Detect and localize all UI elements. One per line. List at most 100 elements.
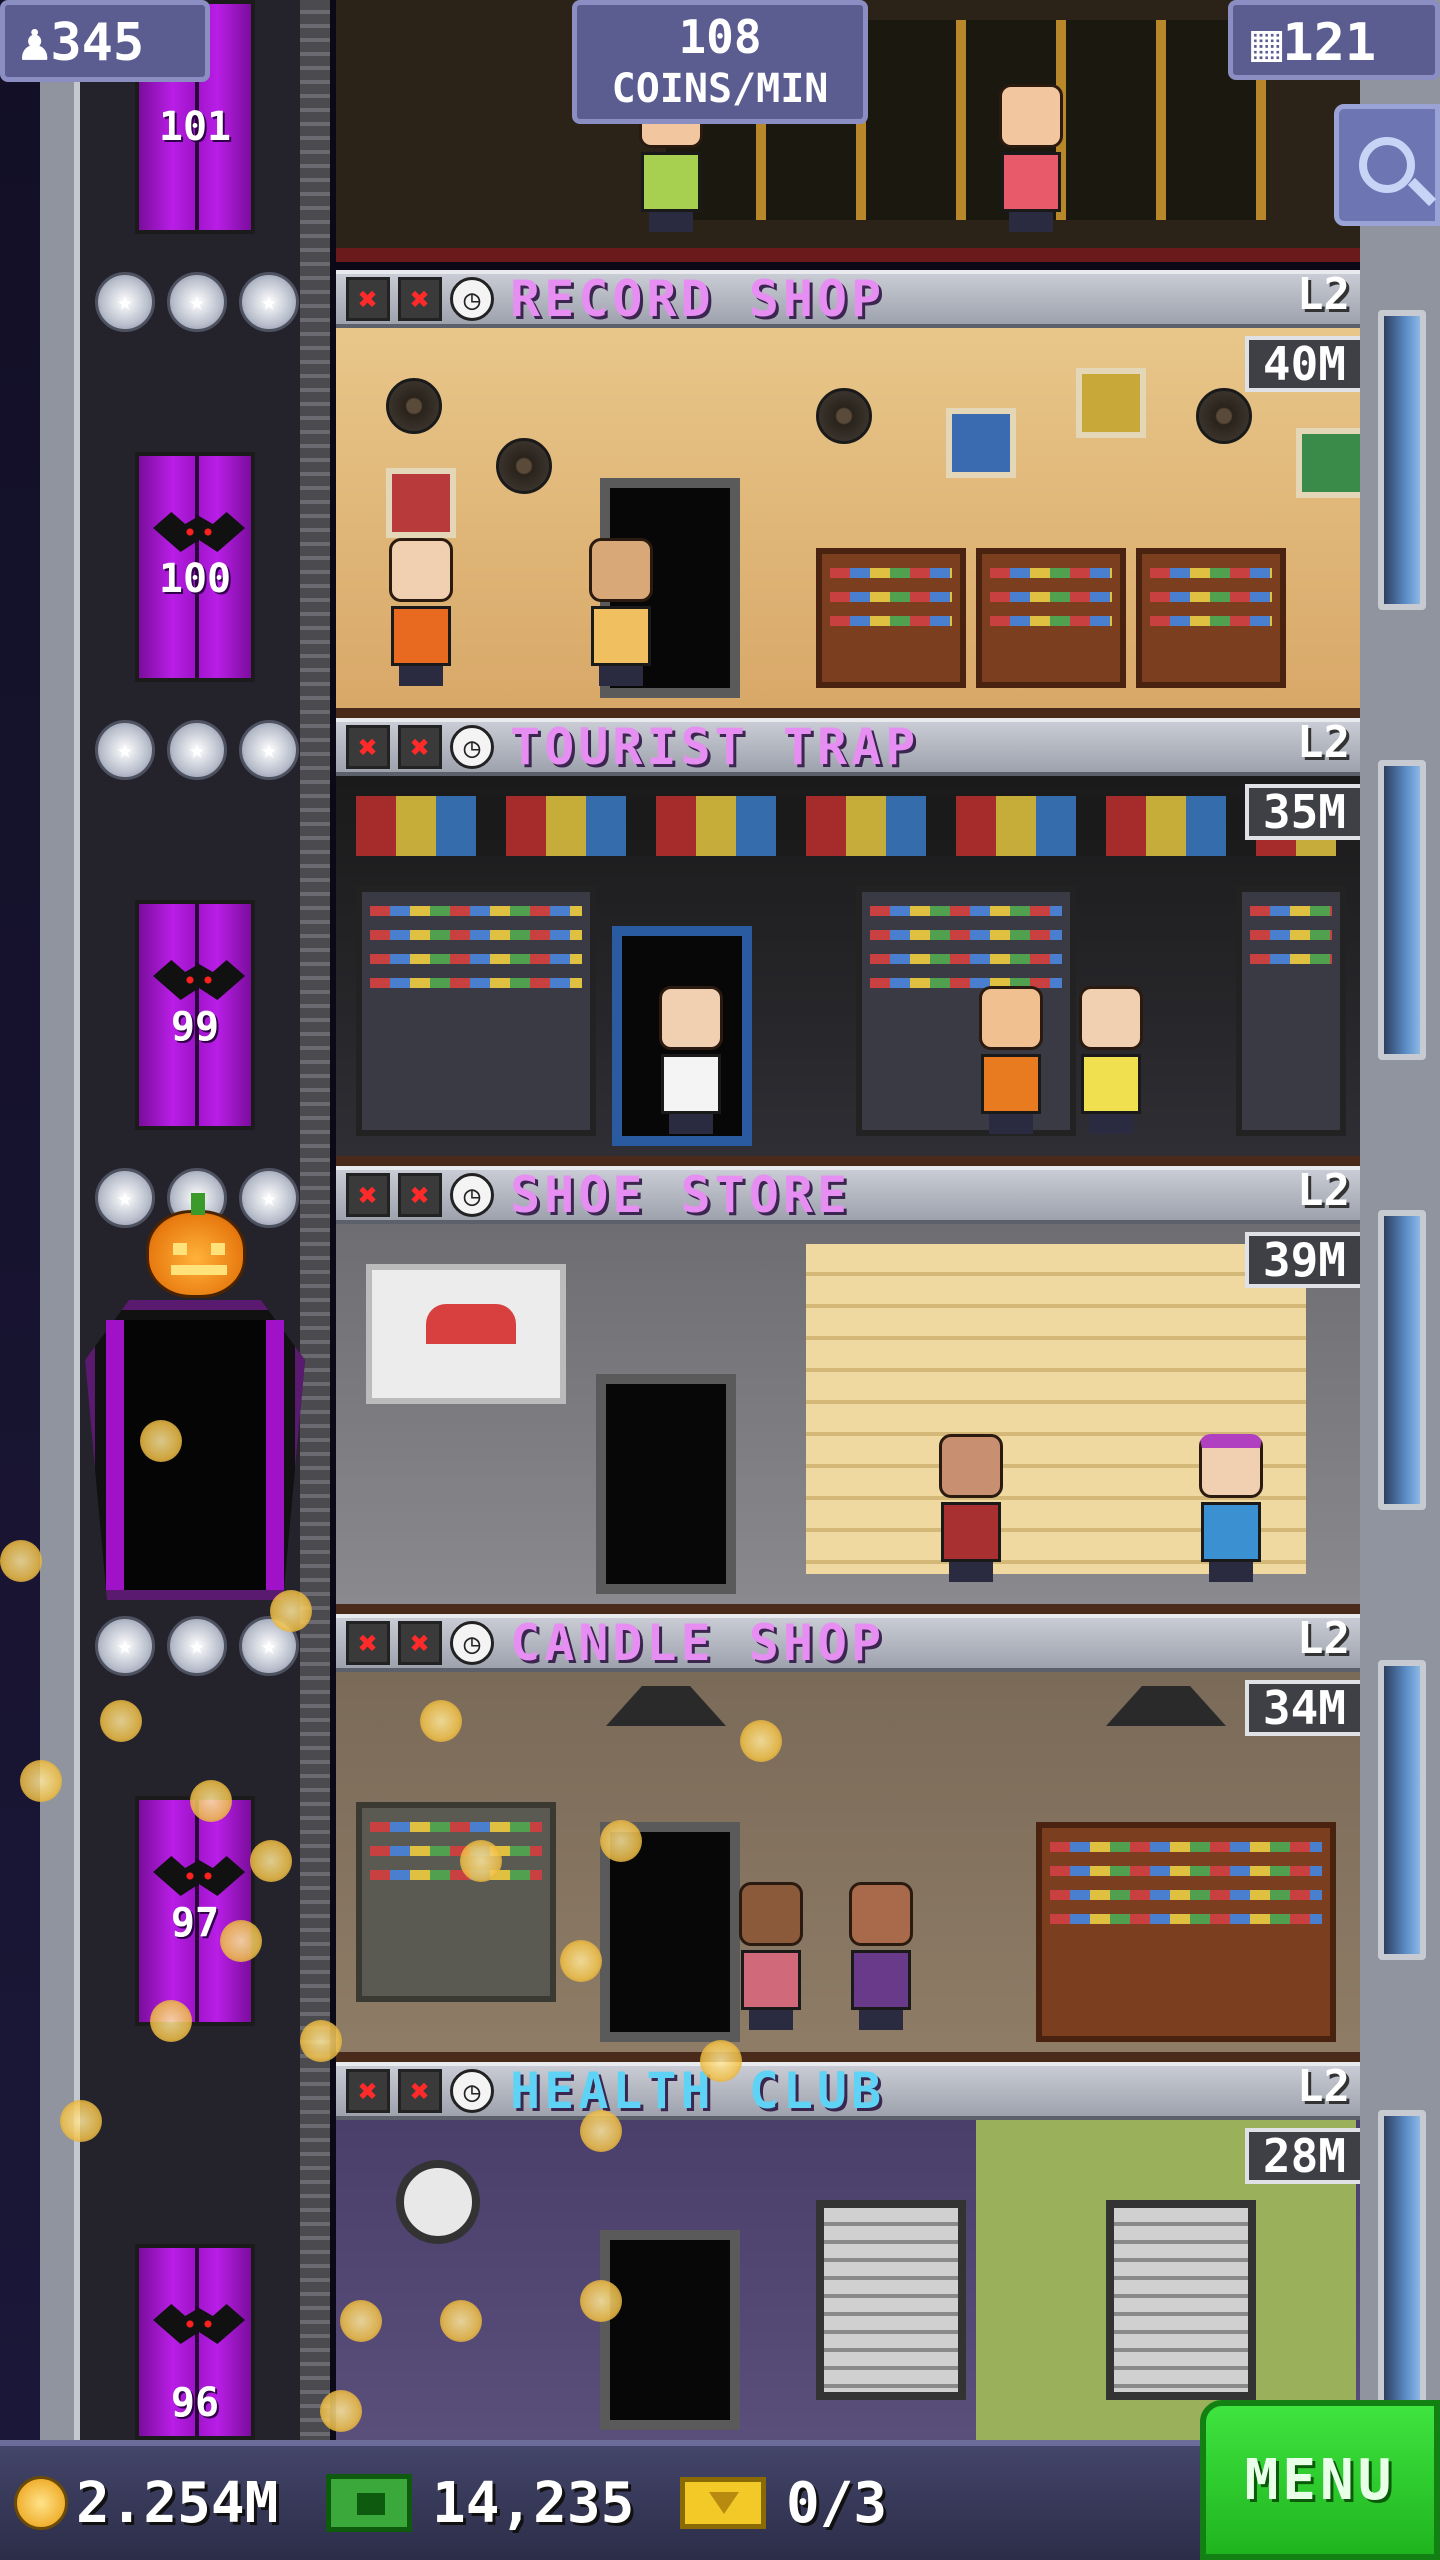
coins-rate-value: 108 [678, 10, 762, 64]
no-stock-icon: ✖ [398, 1173, 442, 1217]
coin-icon [14, 2476, 68, 2530]
coins-value: 2.254M [76, 2470, 279, 2536]
menu-button[interactable]: MENU [1200, 2400, 1440, 2560]
ticket-icon [680, 2477, 766, 2529]
no-stock-icon: ✖ [346, 2069, 390, 2113]
tickets-balance[interactable]: 0/3 [680, 2468, 887, 2538]
clock-icon: ◷ [450, 1173, 494, 1217]
floor-count[interactable]: ▦121 [1228, 0, 1440, 80]
coins-balance[interactable]: 2.254M [14, 2468, 278, 2538]
resident[interactable] [586, 538, 656, 688]
elevator-door[interactable]: 99 [135, 900, 255, 1130]
floor-number: 97 [170, 1900, 220, 1946]
floor-shoe-store[interactable]: ✖ ✖ ◷ SHOE STORE L2 39M [336, 1166, 1360, 1614]
population-counter[interactable]: ♟345 [0, 0, 210, 82]
search-button[interactable] [1334, 104, 1440, 226]
floor-number: 96 [170, 2380, 220, 2426]
resident[interactable] [996, 84, 1066, 234]
resident[interactable] [1076, 986, 1146, 1136]
no-stock-icon: ✖ [346, 277, 390, 321]
night-sky [0, 0, 40, 2440]
pumpkin-icon [146, 1193, 246, 1298]
person-icon: ♟ [19, 13, 51, 73]
floor-candle-shop[interactable]: ✖ ✖ ◷ CANDLE SHOP L2 34M [336, 1614, 1360, 2062]
bux-balance[interactable]: 14,235 [326, 2468, 634, 2538]
floor-level: L2 [1297, 1613, 1350, 1664]
coins-rate-unit: COINS/MIN [611, 66, 829, 112]
star-icon: ★ [239, 1168, 299, 1228]
clock-icon: ◷ [450, 1621, 494, 1665]
building-icon: ▦ [1251, 13, 1283, 73]
no-stock-icon: ✖ [346, 1173, 390, 1217]
floor-header[interactable]: ✖ ✖ ◷ HEALTH CLUB [336, 2062, 1360, 2120]
star-icon: ★ [95, 1616, 155, 1676]
elevator-door[interactable]: 96 [135, 2244, 255, 2440]
clock-icon: ◷ [450, 277, 494, 321]
tower-window [1378, 760, 1426, 1060]
star-icon: ★ [239, 720, 299, 780]
star-icon: ★ [167, 720, 227, 780]
floor-room[interactable] [336, 776, 1360, 1166]
floor-header[interactable]: ✖ ✖ ◷ CANDLE SHOP [336, 1614, 1360, 1672]
resident[interactable] [846, 1882, 916, 2032]
floor-name: SHOE STORE [510, 1166, 852, 1224]
population-value: 345 [50, 13, 145, 73]
resident[interactable] [1196, 1434, 1266, 1584]
tower-left-wall [40, 0, 80, 2440]
floor-tourist-trap[interactable]: ✖ ✖ ◷ TOURIST TRAP L2 35M [336, 718, 1360, 1166]
resident[interactable] [976, 986, 1046, 1136]
no-stock-icon: ✖ [398, 277, 442, 321]
floor-stock: 39M [1244, 1232, 1360, 1288]
star-icon: ★ [95, 720, 155, 780]
floor-level: L2 [1297, 717, 1350, 768]
tower-window [1378, 1210, 1426, 1510]
floor-level: L2 [1297, 1165, 1350, 1216]
floor-header[interactable]: ✖ ✖ ◷ TOURIST TRAP [336, 718, 1360, 776]
tower-window [1378, 2110, 1426, 2410]
star-icon: ★ [167, 1616, 227, 1676]
floor-name: HEALTH CLUB [510, 2062, 886, 2120]
no-stock-icon: ✖ [398, 2069, 442, 2113]
floor-name: TOURIST TRAP [510, 718, 920, 776]
floor-stars: ★ ★ ★ [95, 720, 299, 780]
floor-stars: ★ ★ ★ [95, 272, 299, 332]
no-stock-icon: ✖ [398, 1621, 442, 1665]
floor-stock: 34M [1244, 1680, 1360, 1736]
elevator-rail [300, 0, 330, 2440]
bux-icon [326, 2474, 412, 2532]
tower-window [1378, 1660, 1426, 1960]
floor-number: 99 [170, 1004, 220, 1050]
elevator-car[interactable] [106, 1320, 284, 1590]
tickets-value: 0/3 [786, 2470, 888, 2536]
floor-room[interactable] [336, 2120, 1360, 2440]
clock-icon: ◷ [450, 2069, 494, 2113]
floor-header[interactable]: ✖ ✖ ◷ SHOE STORE [336, 1166, 1360, 1224]
floor-name: RECORD SHOP [510, 270, 886, 328]
floor-number: 100 [158, 556, 232, 602]
search-icon [1359, 137, 1415, 193]
resident[interactable] [936, 1434, 1006, 1584]
floor-stock: 35M [1244, 784, 1360, 840]
bux-value: 14,235 [432, 2470, 635, 2536]
star-icon: ★ [167, 272, 227, 332]
tower-window [1378, 310, 1426, 610]
floor-room[interactable] [336, 328, 1360, 718]
floor-health-club[interactable]: ✖ ✖ ◷ HEALTH CLUB L2 28M [336, 2062, 1360, 2440]
floor-header[interactable]: ✖ ✖ ◷ RECORD SHOP [336, 270, 1360, 328]
no-stock-icon: ✖ [346, 725, 390, 769]
floor-stars: ★ ★ ★ [95, 1616, 299, 1676]
clock-icon: ◷ [450, 725, 494, 769]
floor-record-shop[interactable]: ✖ ✖ ◷ RECORD SHOP L2 40M [336, 270, 1360, 718]
coins-rate-panel: 108 COINS/MIN [572, 0, 868, 124]
resident[interactable] [736, 1882, 806, 2032]
star-icon: ★ [239, 272, 299, 332]
floor-level: L2 [1297, 269, 1350, 320]
floor-stock: 28M [1244, 2128, 1360, 2184]
resident[interactable] [386, 538, 456, 688]
floor-count-value: 121 [1282, 13, 1377, 73]
star-icon: ★ [95, 272, 155, 332]
resident[interactable] [656, 986, 726, 1136]
elevator-door[interactable]: 100 [135, 452, 255, 682]
floor-room[interactable] [336, 1224, 1360, 1614]
elevator-door[interactable]: 97 [135, 1796, 255, 2026]
